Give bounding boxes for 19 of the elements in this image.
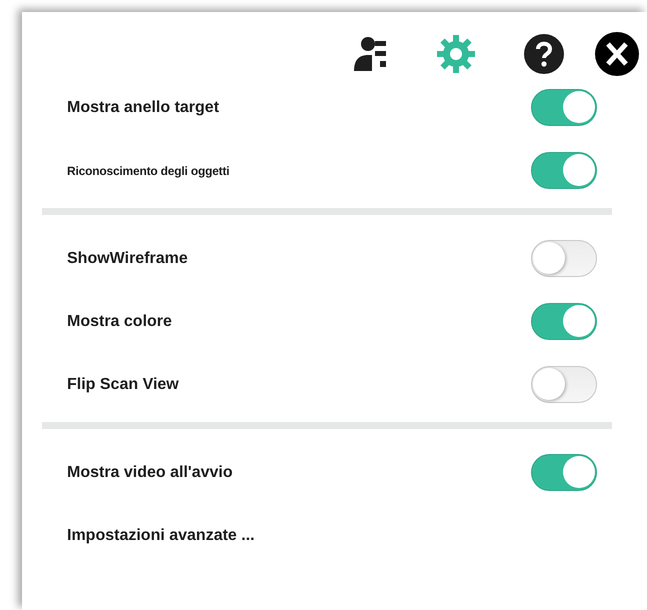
toggle-switch[interactable] — [531, 454, 597, 491]
toggle-switch[interactable] — [531, 240, 597, 277]
close-button[interactable] — [595, 32, 639, 76]
help-icon — [523, 33, 565, 75]
setting-label: Mostra video all'avvio — [67, 464, 234, 482]
toggle-switch[interactable] — [531, 152, 597, 189]
close-icon — [595, 32, 639, 76]
setting-label: Mostra anello target — [67, 98, 220, 116]
settings-button[interactable] — [434, 32, 478, 76]
setting-label: ShowWireframe — [67, 250, 189, 268]
setting-label: Mostra colore — [67, 312, 173, 330]
toggle-switch[interactable] — [531, 303, 597, 340]
setting-label: Riconoscimento degli oggetti — [67, 164, 230, 178]
setting-label: Flip Scan View — [67, 376, 180, 394]
advanced-settings-link[interactable]: Impostazioni avanzate ... — [67, 526, 255, 544]
toggle-switch[interactable] — [531, 366, 597, 403]
toggle-switch[interactable] — [531, 89, 597, 126]
help-button[interactable] — [522, 32, 566, 76]
settings-icon — [435, 33, 477, 75]
